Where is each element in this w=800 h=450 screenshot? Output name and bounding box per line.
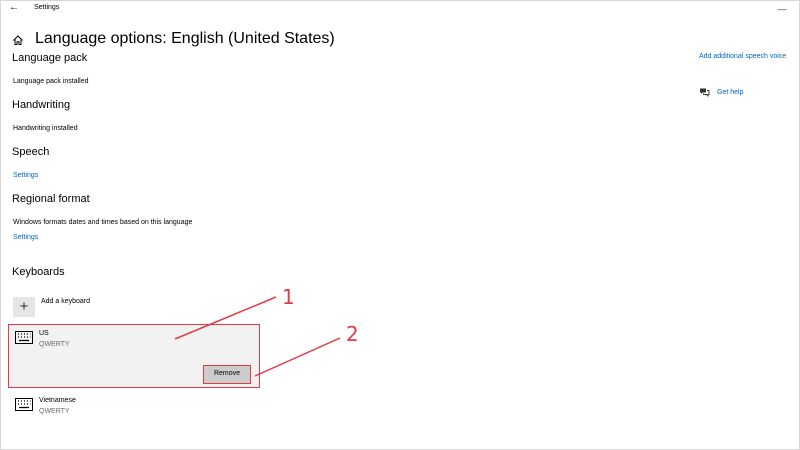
home-icon[interactable] (12, 34, 24, 46)
speech-settings-link[interactable]: Settings (13, 172, 38, 179)
back-button[interactable]: ← (8, 2, 20, 14)
language-pack-heading: Language pack (12, 52, 88, 64)
keyboards-heading: Keyboards (12, 266, 65, 278)
annotation-label-2: 2 (346, 322, 359, 346)
annotation-label-1: 1 (282, 285, 295, 309)
regional-format-description: Windows formats dates and times based on… (13, 219, 193, 226)
keyboard-icon (15, 331, 33, 344)
speech-heading: Speech (12, 146, 50, 158)
handwriting-status: Handwriting installed (13, 125, 78, 132)
keyboard-name: US (39, 330, 49, 337)
regional-format-heading: Regional format (12, 193, 90, 205)
keyboard-layout: QWERTY (39, 408, 70, 415)
remove-button[interactable]: Remove (203, 365, 251, 384)
keyboard-item-vietnamese[interactable]: Vietnamese (39, 397, 76, 404)
chat-help-icon (700, 88, 710, 97)
keyboard-layout: QWERTY (39, 341, 70, 348)
plus-icon: + (19, 298, 29, 315)
page-title: Language options: English (United States… (35, 30, 335, 47)
keyboard-icon (15, 398, 33, 411)
add-keyboard-label[interactable]: Add a keyboard (41, 298, 90, 305)
add-speech-voice-link[interactable]: Add additional speech voice (699, 53, 786, 60)
language-pack-status: Language pack installed (13, 78, 89, 85)
minimize-button[interactable]: — (768, 0, 796, 18)
handwriting-heading: Handwriting (12, 99, 71, 111)
title-bar: ← Settings — (0, 0, 800, 18)
window-title: Settings (34, 4, 60, 11)
get-help-link[interactable]: Get help (717, 89, 743, 96)
regional-format-settings-link[interactable]: Settings (13, 234, 38, 241)
window-controls: — (768, 0, 796, 18)
add-keyboard-button[interactable]: + (13, 297, 35, 317)
